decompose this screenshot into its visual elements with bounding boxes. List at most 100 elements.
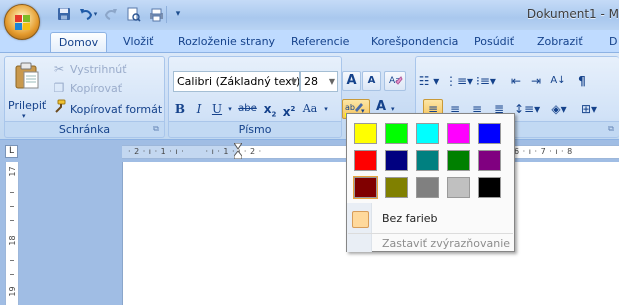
underline-dropdown-icon[interactable]: ▾ (225, 99, 235, 119)
color-swatch[interactable] (353, 176, 378, 199)
color-swatch[interactable] (478, 123, 501, 144)
color-swatch[interactable] (478, 177, 501, 198)
tab-developer[interactable]: D (609, 32, 617, 52)
bullets-icon[interactable]: ☷ ▾ (416, 71, 442, 91)
office-logo-icon (15, 15, 30, 30)
tab-rozlozenie-strany[interactable]: Rozloženie strany (178, 32, 275, 52)
chevron-down-icon[interactable]: ▼ (291, 72, 297, 91)
color-swatch[interactable] (385, 123, 408, 144)
title-bar: ▾ ▾ Dokument1 - M (0, 0, 619, 30)
clipboard-launcher-icon[interactable]: ⧉ (151, 124, 161, 134)
no-color-label: Bez farieb (382, 212, 438, 225)
vertical-ruler-tick (10, 274, 14, 275)
cut-label: Vystrihnúť (70, 63, 127, 76)
vertical-ruler-tick (10, 206, 14, 207)
svg-text:ab: ab (345, 103, 355, 112)
color-swatch[interactable] (447, 177, 470, 198)
paste-icon (15, 62, 39, 89)
font-name-combo[interactable]: Calibri (Základný text) ▼ (173, 71, 300, 92)
clear-formatting-icon: Aa (389, 76, 403, 86)
print-preview-icon[interactable] (124, 5, 142, 23)
change-case-dropdown-icon[interactable]: ▾ (321, 99, 331, 119)
font-group: Calibri (Základný text) ▼ 28 ▼ B I U ▾ a… (168, 56, 406, 138)
increase-indent-icon[interactable]: ⇥ (526, 71, 546, 91)
highlight-color-menu: Bez farieb Zastaviť zvýrazňovanie (346, 113, 515, 252)
color-swatch[interactable] (354, 123, 377, 144)
tab-posudit[interactable]: Posúdiť (474, 32, 514, 52)
superscript-button[interactable]: x2 (280, 99, 298, 119)
shrink-font-button[interactable]: A (362, 71, 381, 91)
paste-button[interactable]: Prilepiť ▾ (8, 59, 47, 120)
ribbon: Prilepiť ▾ ✂ Vystrihnúť ❐ Kopírovať Kopíro… (0, 52, 619, 140)
stop-highlighting-label: Zastaviť zvýrazňovanie (382, 237, 511, 250)
stop-highlighting-item[interactable]: Zastaviť zvýrazňovanie (348, 233, 513, 255)
tab-korespondencia[interactable]: Korešpondencia (371, 32, 458, 52)
subscript-button[interactable]: x2 (261, 99, 279, 119)
tab-domov[interactable]: Domov (50, 32, 107, 52)
tab-referencie[interactable]: Referencie (291, 32, 349, 52)
change-case-button[interactable]: Aa (299, 99, 321, 119)
color-swatch[interactable] (447, 150, 470, 171)
vertical-ruler-number: 18 (8, 235, 17, 246)
font-size-value: 28 (304, 75, 318, 88)
font-group-label: Písmo (169, 121, 341, 137)
vertical-ruler-tick (10, 220, 14, 221)
save-icon[interactable] (55, 5, 73, 23)
copy-button[interactable]: ❐ Kopírovať (51, 79, 122, 97)
chevron-down-icon[interactable]: ▼ (329, 72, 335, 91)
font-name-value: Calibri (Základný text) (177, 75, 300, 88)
color-swatch[interactable] (416, 177, 439, 198)
vertical-ruler-number: 19 (8, 286, 17, 297)
clipboard-group: Prilepiť ▾ ✂ Vystrihnúť ❐ Kopírovať Kopíro… (4, 56, 165, 138)
format-painter-icon (51, 99, 67, 118)
color-swatch[interactable] (447, 123, 470, 144)
underline-button[interactable]: U (209, 99, 225, 119)
italic-button[interactable]: I (190, 99, 208, 119)
indent-marker-icon[interactable] (234, 143, 242, 159)
tab-zobrazit[interactable]: Zobraziť (537, 32, 583, 52)
paragraph-launcher-icon[interactable]: ⧉ (606, 124, 616, 134)
title-separator (166, 6, 167, 23)
decrease-indent-icon[interactable]: ⇤ (506, 71, 526, 91)
grow-font-button[interactable]: A (342, 71, 361, 91)
no-color-item[interactable]: Bez farieb (348, 209, 513, 231)
format-painter-button[interactable]: Kopírovať formát (51, 99, 162, 117)
font-size-combo[interactable]: 28 ▼ (300, 71, 338, 92)
color-swatch[interactable] (416, 150, 439, 171)
bold-button[interactable]: B (171, 99, 189, 119)
multilevel-list-icon[interactable]: ⁝≡▾ (472, 71, 500, 91)
color-swatch[interactable] (416, 123, 439, 144)
color-swatch[interactable] (354, 150, 377, 171)
borders-icon[interactable]: ⊞▾ (576, 99, 602, 119)
clear-formatting-button[interactable]: Aa (384, 71, 406, 91)
color-swatch[interactable] (385, 150, 408, 171)
undo-dropdown-icon[interactable]: ▾ (91, 5, 100, 23)
tab-selector[interactable]: L (5, 145, 18, 158)
format-painter-label: Kopírovať formát (70, 103, 163, 116)
redo-icon[interactable] (102, 5, 120, 23)
paste-dropdown-icon[interactable]: ▾ (22, 112, 26, 120)
vertical-ruler-number: 17 (8, 166, 17, 177)
show-formatting-icon[interactable]: ¶ (572, 71, 592, 91)
horizontal-ruler-ticks-right: 6 · ı · 7 · ı · 8 (514, 147, 573, 156)
copy-label: Kopírovať (70, 82, 123, 95)
strikethrough-button[interactable]: abe (235, 99, 260, 119)
shading-icon[interactable]: ◈▾ (545, 99, 573, 119)
document-area: L · 2 · ı · 1 · ı · · ı · 1 · ı · 2 · 6 … (0, 140, 619, 305)
vertical-ruler-tick (10, 192, 14, 193)
cut-button[interactable]: ✂ Vystrihnúť (51, 60, 127, 78)
color-swatch[interactable] (478, 150, 501, 171)
numbering-icon[interactable]: ⋮≡▾ (444, 71, 473, 91)
sort-icon[interactable]: A↓ (548, 71, 568, 91)
color-swatch[interactable] (385, 177, 408, 198)
quick-print-icon[interactable] (147, 5, 165, 23)
line-spacing-icon[interactable]: ↕≡▾ (513, 99, 541, 119)
vertical-ruler[interactable]: 17 18 19 (5, 162, 19, 305)
copy-icon: ❐ (53, 81, 65, 95)
tab-vlozit[interactable]: Vložiť (123, 32, 153, 52)
paste-label: Prilepiť (8, 99, 47, 112)
vertical-ruler-tick (10, 260, 14, 261)
office-button[interactable] (4, 4, 40, 40)
customize-toolbar-icon[interactable]: ▾ (172, 5, 184, 23)
clipboard-group-label: Schránka (5, 121, 164, 137)
